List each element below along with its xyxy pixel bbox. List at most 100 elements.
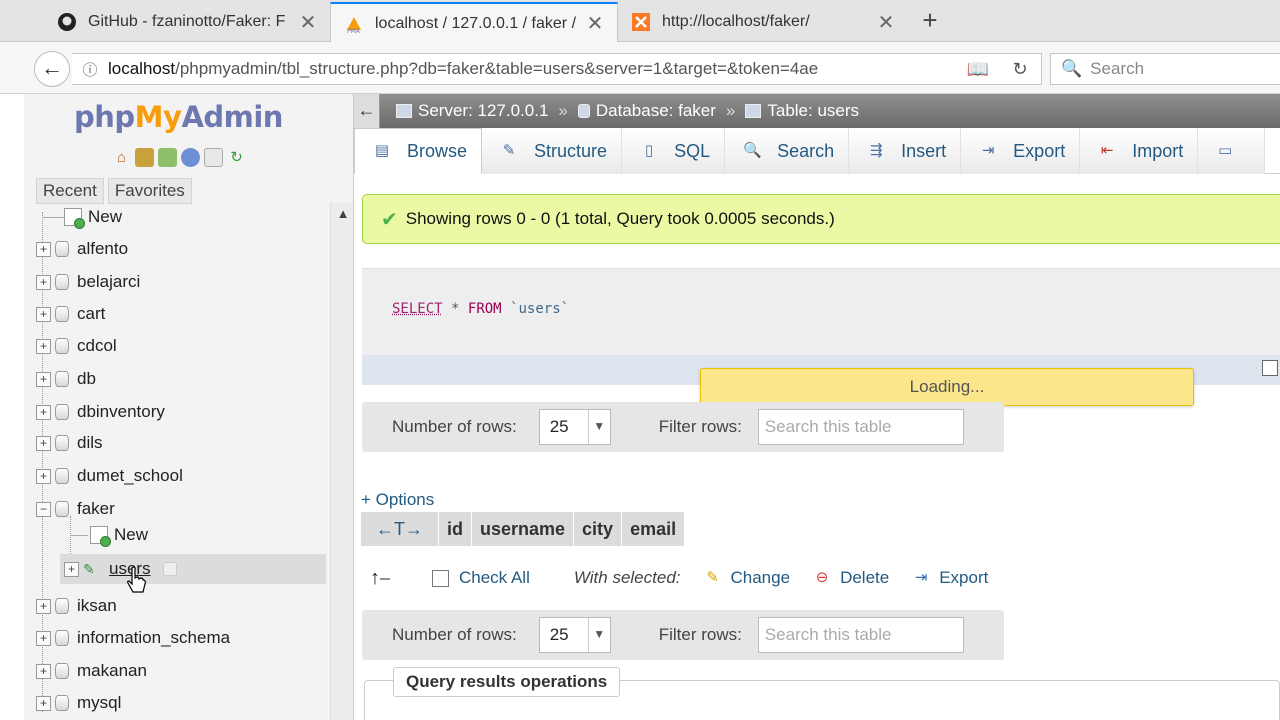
breadcrumb-database[interactable]: Database: faker [596,101,716,121]
column-header-email[interactable]: email [622,512,685,546]
expand-icon[interactable]: + [36,664,51,679]
close-tab-icon[interactable]: ✕ [585,11,605,36]
inline-checkbox[interactable] [1262,360,1278,376]
action-label: Change [731,568,791,588]
expand-icon[interactable]: + [36,696,51,711]
filter-rows-input[interactable]: Search this table [758,409,964,445]
reload-icon[interactable]: ↻ [999,59,1041,80]
expand-icon[interactable]: + [64,562,79,577]
database-icon [55,274,69,290]
filter-rows-input[interactable]: Search this table [758,617,964,653]
browser-tab-bar: GitHub - fzaninotto/Faker: F ✕ PMA local… [0,0,1280,42]
phpmyadmin-logo[interactable]: phpMyAdmin [74,100,283,134]
collapse-icon[interactable]: − [36,502,51,517]
expand-icon[interactable]: + [36,339,51,354]
column-arrows-icon[interactable]: ←T→ [361,512,439,546]
close-tab-icon[interactable]: ✕ [298,10,318,35]
browser-tab-github[interactable]: GitHub - fzaninotto/Faker: F ✕ [44,2,330,42]
export-icon: ⇥ [979,142,997,160]
column-header-id[interactable]: id [439,512,472,546]
delete-button[interactable]: ⊖ Delete [812,568,889,588]
tree-item-alfento[interactable]: + alfento [36,234,128,264]
expand-icon[interactable]: + [36,436,51,451]
browser-search-box[interactable]: 🔍 Search [1050,53,1280,85]
new-tab-button[interactable]: + [915,6,945,36]
tree-item-label: cdcol [77,336,117,356]
column-header-city[interactable]: city [574,512,622,546]
tab-export[interactable]: ⇥ Export [961,128,1080,174]
options-link[interactable]: + Options [361,490,434,510]
tree-item-dils[interactable]: + dils [36,428,103,458]
tree-connector [70,535,88,536]
expand-icon[interactable]: + [36,631,51,646]
expand-icon[interactable]: + [36,405,51,420]
browser-tab-phpmyadmin[interactable]: PMA localhost / 127.0.0.1 / faker / ✕ [330,2,618,43]
change-button[interactable]: ✎ Change [703,568,791,588]
expand-icon[interactable]: + [36,372,51,387]
browser-tab-title: http://localhost/faker/ [662,13,876,31]
sql-query-box: SELECT * FROM `users` [362,268,1280,384]
tree-item-cdcol[interactable]: + cdcol [36,331,117,361]
chevron-up-icon[interactable]: ▲ [331,202,354,226]
tree-item-label: belajarci [77,272,140,292]
browser-tab-localhost-faker[interactable]: http://localhost/faker/ ✕ [618,2,908,42]
tree-item-dumet-school[interactable]: + dumet_school [36,461,183,491]
tree-item-belajarci[interactable]: + belajarci [36,267,140,297]
collapse-nav-button[interactable]: ← [354,94,380,128]
number-of-rows-select[interactable]: 25 ▼ [539,617,611,653]
home-icon[interactable]: ⌂ [112,148,131,167]
tab-insert[interactable]: ⇶ Insert [849,128,961,174]
sql-keyword-select[interactable]: SELECT [392,301,443,317]
tree-item-faker-new[interactable]: New [70,520,148,550]
filter-rows-label: Filter rows: [659,417,742,437]
tree-item-db[interactable]: + db [36,364,96,394]
reader-view-icon[interactable]: 📖 [957,59,999,80]
sql-query-text: SELECT * FROM `users` [392,301,569,317]
expand-icon[interactable]: + [36,242,51,257]
tree-item-new[interactable]: New [42,202,122,232]
results-table-header: ←T→ id username city email [361,512,685,546]
tree-item-label: information_schema [77,628,230,648]
tree-item-information-schema[interactable]: + information_schema [36,623,230,653]
documentation-icon[interactable] [204,148,223,167]
info-icon[interactable]: ⓘ [72,59,108,80]
check-all-label[interactable]: Check All [459,568,530,588]
tab-sql[interactable]: ▯ SQL [622,128,725,174]
expand-icon[interactable]: + [36,307,51,322]
back-button[interactable]: ← [34,51,70,87]
recent-tab[interactable]: Recent [36,178,104,204]
query-window-icon[interactable] [158,148,177,167]
expand-icon[interactable]: + [36,469,51,484]
logout-icon[interactable] [135,148,154,167]
tree-scrollbar[interactable]: ▲ [330,202,354,720]
export-button[interactable]: ⇥ Export [911,568,988,588]
expand-icon[interactable]: + [36,275,51,290]
favorites-tab[interactable]: Favorites [108,178,192,204]
main-content: ← Server: 127.0.0.1 » Database: faker » … [354,94,1280,720]
tree-item-label: dbinventory [77,402,165,422]
tree-item-users[interactable]: + ✎ users [60,554,326,584]
tab-structure[interactable]: ✎ Structure [482,128,622,174]
tab-search[interactable]: 🔍 Search [725,128,849,174]
tab-browse[interactable]: ▤ Browse [354,128,482,174]
tab-more[interactable]: ▭ [1198,128,1265,174]
tree-item-label: New [88,207,122,227]
reload-nav-icon[interactable]: ↻ [227,148,246,167]
column-header-username[interactable]: username [472,512,574,546]
tree-item-dbinventory[interactable]: + dbinventory [36,397,165,427]
docs-icon[interactable] [181,148,200,167]
tree-item-iksan[interactable]: + iksan [36,591,117,621]
close-tab-icon[interactable]: ✕ [876,10,896,35]
tab-import[interactable]: ⇤ Import [1080,128,1198,174]
tree-item-mysql[interactable]: + mysql [36,688,121,718]
tree-item-cart[interactable]: + cart [36,299,105,329]
number-of-rows-select[interactable]: 25 ▼ [539,409,611,445]
breadcrumb-server[interactable]: Server: 127.0.0.1 [418,101,548,121]
check-all-checkbox[interactable] [432,570,449,587]
insert-icon: ⇶ [867,142,885,160]
breadcrumb-table[interactable]: Table: users [767,101,859,121]
tree-item-label: iksan [77,596,117,616]
address-bar[interactable]: ⓘ localhost/phpmyadmin/tbl_structure.php… [72,53,1042,85]
expand-icon[interactable]: + [36,599,51,614]
tree-item-makanan[interactable]: + makanan [36,656,147,686]
